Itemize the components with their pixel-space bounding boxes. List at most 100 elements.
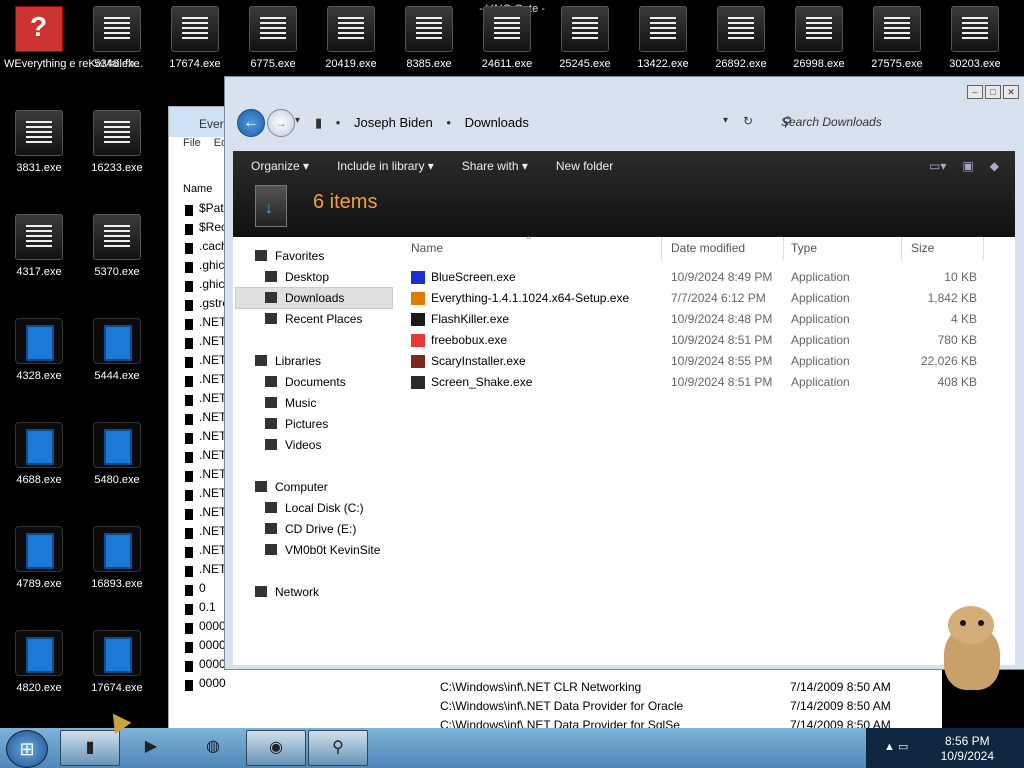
- list-item[interactable]: C:\Windows\inf\.NET Data Provider for Sq…: [232, 718, 942, 728]
- nav-local-disk[interactable]: Local Disk (C:): [265, 501, 364, 515]
- back-arrow-icon[interactable]: ←: [237, 109, 265, 137]
- taskbar-firefox-button[interactable]: ◉: [246, 730, 306, 766]
- change-view-icon[interactable]: ▭▾: [929, 159, 946, 173]
- taskbar-everything-button[interactable]: ⚲: [308, 730, 368, 766]
- clock[interactable]: 8:56 PM 10/9/2024: [941, 734, 994, 764]
- taskbar-browser-globe-button[interactable]: ◍: [184, 730, 242, 764]
- executable-icon: [639, 6, 687, 52]
- forward-arrow-icon[interactable]: →: [267, 109, 295, 137]
- desktop-icon[interactable]: 4820.exe: [4, 630, 74, 694]
- include-in-library-button[interactable]: Include in library ▾: [337, 159, 434, 173]
- file-row[interactable]: Screen_Shake.exe 10/9/2024 8:51 PM Applica…: [401, 372, 1015, 393]
- command-bar: Organize ▾ Include in library ▾ Share wi…: [233, 151, 1015, 237]
- column-header-size[interactable]: Size: [911, 241, 934, 255]
- file-row[interactable]: BlueScreen.exe 10/9/2024 8:49 PM Applicati…: [401, 267, 1015, 288]
- nav-computer[interactable]: Computer: [255, 480, 328, 494]
- file-row[interactable]: ScaryInstaller.exe 10/9/2024 8:55 PM Appli…: [401, 351, 1015, 372]
- taskbar-media-player-button[interactable]: ▶: [122, 730, 180, 764]
- desktop-icon[interactable]: 5370.exe: [82, 214, 152, 278]
- desktop-icon[interactable]: 4688.exe: [4, 422, 74, 486]
- desktop-icon-label: 20419.exe: [325, 58, 377, 70]
- desktop-icon[interactable]: 5348.exe: [82, 6, 152, 70]
- organize-button[interactable]: Organize ▾: [251, 159, 309, 173]
- documents-icon: [265, 376, 277, 387]
- file-row[interactable]: freebobux.exe 10/9/2024 8:51 PM Applicatio…: [401, 330, 1015, 351]
- desktop-icon[interactable]: 17674.exe: [82, 630, 152, 694]
- address-dropdown-icon[interactable]: ▾: [723, 115, 728, 126]
- close-button[interactable]: ✕: [1003, 85, 1019, 99]
- explorer-window[interactable]: – □ ✕ ← → ▾ ▮ • Joseph Biden • Downloads…: [224, 76, 1024, 670]
- desktop-icon[interactable]: 26892.exe: [706, 6, 776, 70]
- menu-file[interactable]: File: [183, 137, 201, 149]
- desktop-icon[interactable]: 26998.exe: [784, 6, 854, 70]
- desktop-icon[interactable]: 27575.exe: [862, 6, 932, 70]
- desktop-icon[interactable]: 24611.exe: [472, 6, 542, 70]
- list-item[interactable]: C:\Windows\inf\.NET Data Provider for Or…: [232, 699, 942, 718]
- column-header-type[interactable]: Type: [791, 241, 817, 255]
- nav-cd-drive[interactable]: CD Drive (E:): [265, 522, 356, 536]
- desktop-icon[interactable]: WEverything e reKeMail.fb...: [4, 6, 143, 70]
- breadcrumb-downloads[interactable]: Downloads: [465, 115, 529, 130]
- list-item[interactable]: C:\Windows\inf\.NET CLR Networking 7/14/…: [232, 680, 942, 699]
- tablet-app-icon: [93, 422, 141, 468]
- desktop-icon-label: 26998.exe: [793, 58, 845, 70]
- desktop-icon-label: 16893.exe: [91, 578, 143, 590]
- nav-favorites[interactable]: Favorites: [255, 249, 324, 263]
- desktop-icon[interactable]: 3831.exe: [4, 110, 74, 174]
- nav-desktop[interactable]: Desktop: [265, 270, 329, 284]
- nav-network-share[interactable]: VM0b0t KevinSite: [265, 543, 380, 557]
- help-icon[interactable]: ◆: [990, 159, 999, 173]
- desktop-icon[interactable]: 30203.exe: [940, 6, 1010, 70]
- nav-network[interactable]: Network: [255, 585, 319, 599]
- nav-pictures[interactable]: Pictures: [265, 417, 328, 431]
- desktop-icon[interactable]: 17674.exe: [160, 6, 230, 70]
- new-folder-button[interactable]: New folder: [556, 159, 613, 173]
- hamster-mascot[interactable]: [936, 606, 1006, 690]
- nav-downloads[interactable]: Downloads: [265, 291, 344, 305]
- refresh-icon[interactable]: ↻: [743, 114, 753, 128]
- nav-videos[interactable]: Videos: [265, 438, 321, 452]
- sort-ascending-icon: ^: [527, 235, 531, 244]
- nav-music[interactable]: Music: [265, 396, 316, 410]
- desktop-icon[interactable]: 13422.exe: [628, 6, 698, 70]
- nav-recent-places[interactable]: Recent Places: [265, 312, 362, 326]
- share-with-button[interactable]: Share with ▾: [462, 159, 528, 173]
- start-button[interactable]: ⊞: [6, 730, 48, 768]
- file-size: 780 KB: [937, 333, 977, 347]
- breadcrumb-user[interactable]: Joseph Biden: [354, 115, 433, 130]
- recent-pages-dropdown-icon[interactable]: ▾: [295, 115, 300, 126]
- preview-pane-icon[interactable]: ▣: [962, 159, 973, 173]
- desktop-icon[interactable]: 20419.exe: [316, 6, 386, 70]
- desktop-icon[interactable]: 6775.exe: [238, 6, 308, 70]
- tray-up-arrow-icon[interactable]: ▲ ▭: [884, 740, 908, 753]
- minimize-button[interactable]: –: [967, 85, 983, 99]
- search-icon[interactable]: ⚲: [781, 114, 1009, 130]
- desktop-icon-label: 17674.exe: [91, 682, 143, 694]
- desktop-icon[interactable]: 4789.exe: [4, 526, 74, 590]
- desktop-icon[interactable]: 5480.exe: [82, 422, 152, 486]
- everything-result-strip: C:\Windows\inf\.NET CLR Networking 7/14/…: [232, 666, 942, 728]
- desktop-icon[interactable]: 8385.exe: [394, 6, 464, 70]
- maximize-button[interactable]: □: [985, 85, 1001, 99]
- desktop-icon[interactable]: 16893.exe: [82, 526, 152, 590]
- desktop-icon[interactable]: 16233.exe: [82, 110, 152, 174]
- column-header-date[interactable]: Date modified: [671, 241, 745, 255]
- list-item[interactable]: 0000: [169, 676, 239, 695]
- file-row[interactable]: FlashKiller.exe 10/9/2024 8:48 PM Applicat…: [401, 309, 1015, 330]
- desktop-icon[interactable]: 4317.exe: [4, 214, 74, 278]
- system-tray: ▲ ▭ 8:56 PM 10/9/2024: [866, 728, 1024, 768]
- desktop-icon[interactable]: 5444.exe: [82, 318, 152, 382]
- desktop-icon[interactable]: 4328.exe: [4, 318, 74, 382]
- breadcrumb[interactable]: ▮ • Joseph Biden • Downloads: [315, 115, 539, 131]
- nav-libraries[interactable]: Libraries: [255, 354, 321, 368]
- file-row[interactable]: Everything-1.4.1.1024.x64-Setup.exe 7/7/2…: [401, 288, 1015, 309]
- nav-documents[interactable]: Documents: [265, 375, 346, 389]
- desktop-icon[interactable]: 25245.exe: [550, 6, 620, 70]
- desktop-icon-label: 17674.exe: [169, 58, 221, 70]
- search-input[interactable]: Search Downloads ⚲: [773, 111, 1013, 133]
- taskbar-explorer-button[interactable]: ▮: [60, 730, 120, 766]
- file-size: 10 KB: [944, 270, 977, 284]
- column-header-name[interactable]: Name: [411, 241, 443, 255]
- window-caption[interactable]: – □ ✕: [225, 77, 1024, 105]
- file-type: Application: [791, 312, 850, 326]
